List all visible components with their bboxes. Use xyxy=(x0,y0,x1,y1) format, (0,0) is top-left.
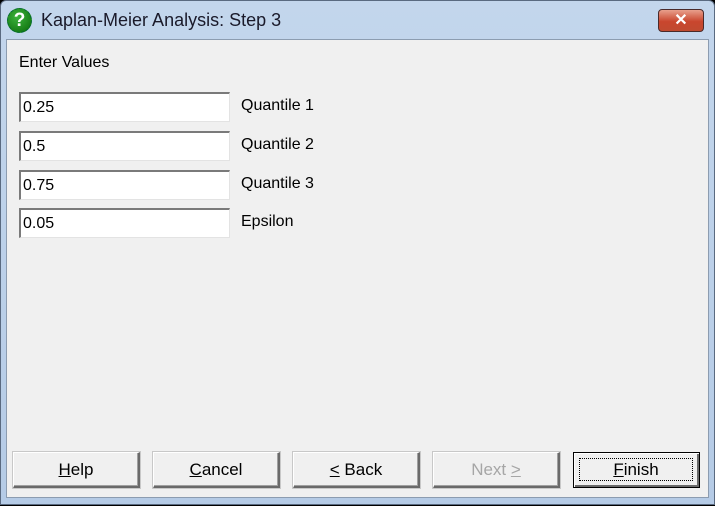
dialog-body: Enter Values Quantile 1 Quantile 2 Quant… xyxy=(6,39,709,498)
back-label: Back xyxy=(339,460,383,479)
kaplan-meier-dialog: ? Kaplan-Meier Analysis: Step 3 ✕ Enter … xyxy=(0,0,715,505)
quantile-3-input[interactable] xyxy=(19,170,230,200)
focus-rectangle: Finish xyxy=(579,458,693,481)
back-button[interactable]: < Back xyxy=(293,452,420,488)
finish-label: inish xyxy=(623,460,659,479)
cancel-label: ancel xyxy=(201,460,243,479)
epsilon-label: Epsilon xyxy=(241,213,294,230)
help-button[interactable]: Help xyxy=(13,452,140,488)
quantile-2-label: Quantile 2 xyxy=(241,136,314,153)
quantile-2-input[interactable] xyxy=(19,131,230,161)
quantile-3-label: Quantile 3 xyxy=(241,175,314,192)
help-label: elp xyxy=(70,460,94,479)
finish-button[interactable]: Finish xyxy=(573,452,700,488)
help-question-icon: ? xyxy=(7,8,32,33)
quantile-1-label: Quantile 1 xyxy=(241,97,314,114)
epsilon-input[interactable] xyxy=(19,208,230,238)
back-mnemonic: < xyxy=(329,460,340,479)
cancel-mnemonic: C xyxy=(189,460,202,479)
next-mnemonic: > xyxy=(510,460,521,479)
window-title: Kaplan-Meier Analysis: Step 3 xyxy=(41,10,282,30)
finish-mnemonic: F xyxy=(613,460,624,479)
close-button[interactable]: ✕ xyxy=(658,9,704,32)
enter-values-label: Enter Values xyxy=(19,54,110,71)
quantile-1-input[interactable] xyxy=(19,92,230,122)
next-label: Next xyxy=(471,460,511,479)
help-mnemonic: H xyxy=(58,460,71,479)
next-button[interactable]: Next > xyxy=(433,452,560,488)
cancel-button[interactable]: Cancel xyxy=(153,452,280,488)
title-bar[interactable]: ? Kaplan-Meier Analysis: Step 3 ✕ xyxy=(1,1,714,39)
